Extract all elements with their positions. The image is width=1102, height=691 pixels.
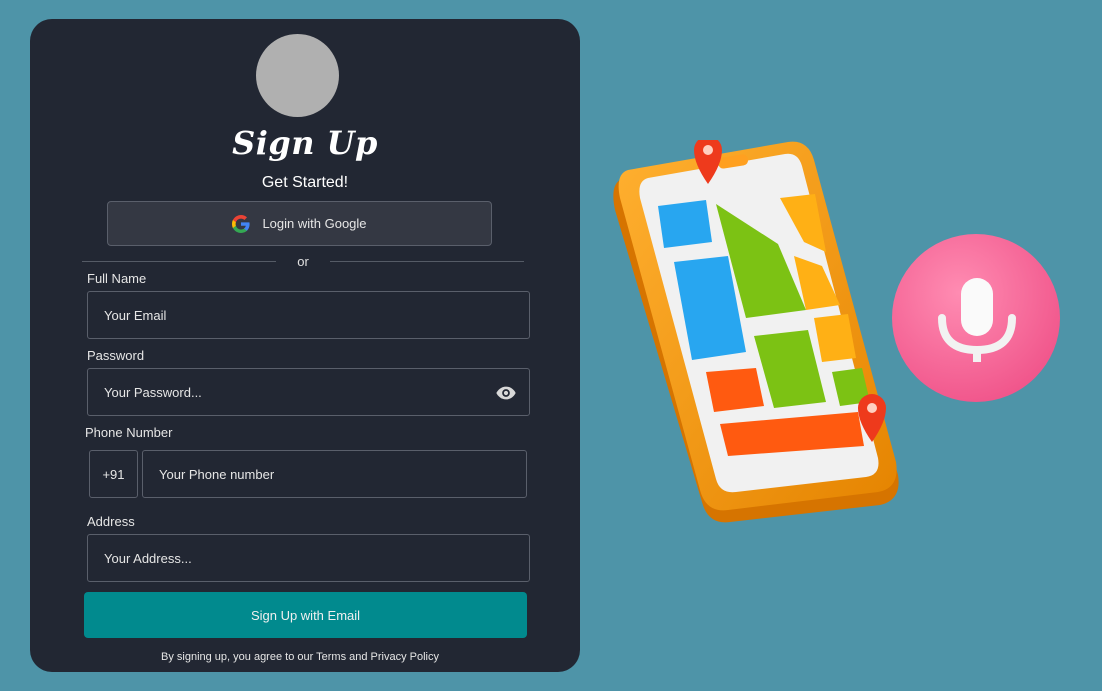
full-name-input[interactable]: Your Email (87, 291, 530, 339)
signup-email-button[interactable]: Sign Up with Email (84, 592, 527, 638)
eye-icon[interactable] (495, 382, 517, 404)
page-title: Sign Up (232, 124, 378, 162)
terms-text: By signing up, you agree to our Terms an… (161, 651, 439, 663)
address-placeholder: Your Address... (104, 550, 192, 566)
google-icon (232, 214, 251, 233)
full-name-label: Full Name (87, 271, 147, 286)
phone-placeholder: Your Phone number (159, 466, 275, 482)
microphone-badge-illustration (892, 234, 1060, 402)
divider-or: or (297, 254, 309, 269)
google-login-label: Login with Google (262, 216, 367, 231)
country-code-label: +91 (102, 466, 125, 482)
google-login-button[interactable]: Login with Google (107, 201, 492, 246)
divider-left (82, 261, 276, 262)
address-input[interactable]: Your Address... (87, 534, 530, 582)
password-label: Password (87, 348, 145, 363)
password-placeholder: Your Password... (104, 384, 202, 400)
full-name-placeholder: Your Email (104, 307, 167, 323)
password-input[interactable]: Your Password... (87, 368, 530, 416)
country-code[interactable]: +91 (89, 450, 138, 498)
signup-card: Sign Up Get Started! Login with Google o… (30, 19, 580, 672)
avatar (256, 34, 339, 117)
phone-map-illustration (613, 140, 899, 523)
divider-right (330, 261, 524, 262)
address-label: Address (87, 514, 135, 529)
phone-label: Phone Number (85, 425, 173, 440)
page-subtitle: Get Started! (261, 174, 349, 191)
phone-input[interactable]: Your Phone number (142, 450, 527, 498)
